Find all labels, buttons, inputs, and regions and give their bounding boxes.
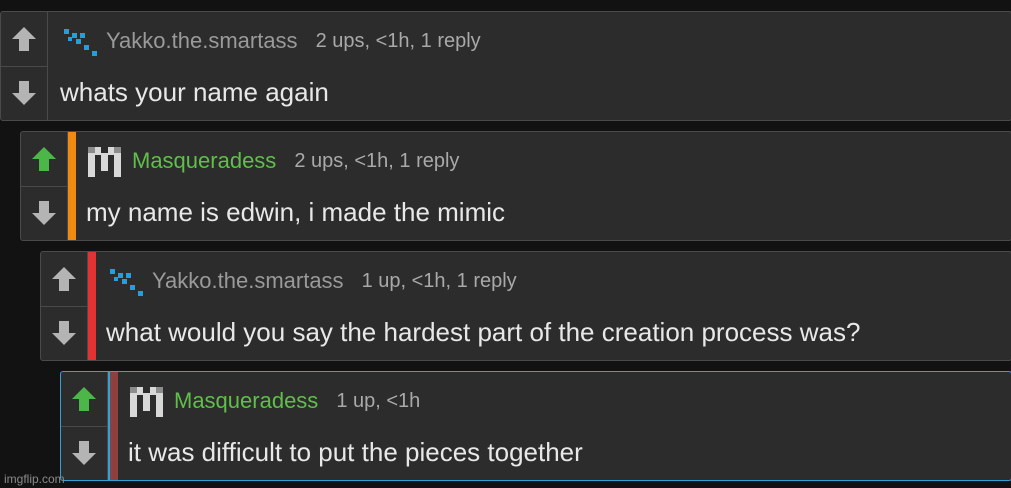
comment-meta: Masqueradess 2 ups, <1h, 1 reply	[86, 132, 1011, 186]
arrow-up-icon	[12, 26, 36, 51]
comment-content: Masqueradess 2 ups, <1h, 1 reply my name…	[76, 132, 1011, 240]
comment-text: my name is edwin, i made the mimic	[86, 196, 506, 227]
comment: Yakko.the.smartass 2 ups, <1h, 1 reply w…	[0, 11, 1011, 121]
comment-content: Yakko.the.smartass 2 ups, <1h, 1 reply w…	[48, 12, 1011, 120]
upvote-button[interactable]	[21, 132, 67, 187]
comment-reply: Masqueradess 2 ups, <1h, 1 reply my name…	[20, 131, 1011, 241]
blue-pixel-avatar-icon[interactable]	[60, 23, 100, 59]
comment-content: Masqueradess 1 up, <1h it was difficult …	[118, 372, 1011, 480]
arrow-down-icon	[72, 441, 96, 466]
comment-reply: Masqueradess 1 up, <1h it was difficult …	[60, 371, 1011, 481]
comment-thread: Yakko.the.smartass 2 ups, <1h, 1 reply w…	[0, 0, 1011, 488]
comment-text: it was difficult to put the pieces toget…	[128, 436, 583, 467]
downvote-button[interactable]	[21, 187, 67, 241]
arrow-down-icon	[12, 81, 36, 106]
pixel-m-avatar-icon[interactable]	[128, 383, 168, 419]
comment-meta: Yakko.the.smartass 2 ups, <1h, 1 reply	[60, 12, 1011, 66]
comment-text: whats your name again	[60, 76, 329, 107]
downvote-button[interactable]	[1, 67, 47, 121]
vote-column	[61, 372, 108, 480]
depth-indicator	[110, 372, 118, 480]
username-link[interactable]: Yakko.the.smartass	[152, 268, 344, 294]
comment-stats: 2 ups, <1h, 1 reply	[294, 149, 460, 172]
vote-column	[1, 12, 48, 120]
depth-indicator	[88, 252, 96, 360]
comment-stats: 1 up, <1h, 1 reply	[361, 269, 517, 292]
comment-meta: Masqueradess 1 up, <1h	[128, 372, 1011, 426]
upvote-button[interactable]	[1, 12, 47, 67]
username-link[interactable]: Masqueradess	[132, 148, 276, 174]
comment-stats: 1 up, <1h	[336, 389, 421, 412]
arrow-up-icon	[52, 266, 76, 291]
upvote-button[interactable]	[61, 372, 107, 427]
username-link[interactable]: Yakko.the.smartass	[106, 28, 298, 54]
upvote-button[interactable]	[41, 252, 87, 307]
comment-text: what would you say the hardest part of t…	[106, 316, 861, 347]
arrow-down-icon	[52, 321, 76, 346]
pixel-m-avatar-icon[interactable]	[86, 143, 126, 179]
comment-content: Yakko.the.smartass 1 up, <1h, 1 reply wh…	[96, 252, 1011, 360]
vote-column	[41, 252, 88, 360]
downvote-button[interactable]	[61, 427, 107, 481]
arrow-up-icon	[72, 386, 96, 411]
watermark: imgflip.com	[4, 472, 65, 486]
comment-stats: 2 ups, <1h, 1 reply	[315, 29, 481, 52]
downvote-button[interactable]	[41, 307, 87, 361]
depth-indicator	[68, 132, 76, 240]
arrow-down-icon	[32, 201, 56, 226]
arrow-up-icon	[32, 146, 56, 171]
blue-pixel-avatar-icon[interactable]	[106, 263, 146, 299]
username-link[interactable]: Masqueradess	[174, 388, 318, 414]
vote-column	[21, 132, 68, 240]
comment-reply: Yakko.the.smartass 1 up, <1h, 1 reply wh…	[40, 251, 1011, 361]
comment-meta: Yakko.the.smartass 1 up, <1h, 1 reply	[106, 252, 1011, 306]
